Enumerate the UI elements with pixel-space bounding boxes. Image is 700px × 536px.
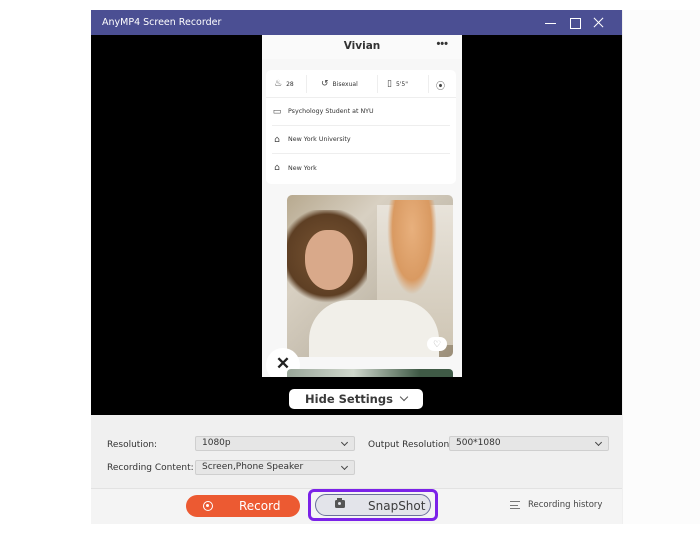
- snapshot-button[interactable]: SnapShot: [315, 494, 431, 516]
- detail-text: New York University: [288, 136, 351, 143]
- profile-stats: ♨ 28 ↺ Bisexual ▯ 5'5" ⦿: [266, 70, 456, 98]
- stat-value: 28: [286, 80, 294, 88]
- chevron-down-icon: [594, 438, 603, 447]
- maximize-button[interactable]: [566, 14, 584, 32]
- window-title: AnyMP4 Screen Recorder: [102, 17, 222, 28]
- stat-location: ⦿: [436, 79, 445, 92]
- age-cake-icon: ♨: [274, 79, 283, 89]
- record-label: Record: [239, 499, 281, 513]
- photo-shirt: [309, 300, 439, 357]
- divider: [377, 75, 378, 93]
- profile-name: Vivian: [343, 40, 381, 52]
- home-icon: ⌂: [274, 163, 280, 173]
- output-resolution-label: Output Resolution:: [368, 440, 453, 450]
- next-photo: [287, 369, 453, 377]
- stat-value: 5'5": [395, 80, 408, 88]
- snapshot-label: SnapShot: [368, 499, 426, 513]
- close-button[interactable]: [590, 14, 608, 32]
- chevron-down-icon: [340, 438, 349, 447]
- app-window: AnyMP4 Screen Recorder Vivian ••• ♨ 28 ↺: [91, 10, 622, 524]
- detail-row-home: ⌂ New York: [272, 154, 450, 182]
- photo-face: [305, 230, 353, 290]
- hide-settings-button[interactable]: Hide Settings: [289, 389, 423, 409]
- profile-info-card: ♨ 28 ↺ Bisexual ▯ 5'5" ⦿ ▭ Psychology St…: [266, 70, 456, 184]
- output-resolution-select[interactable]: 500*1080: [449, 436, 609, 451]
- divider: [306, 75, 307, 93]
- stat-age: ♨ 28: [274, 79, 294, 89]
- more-horizontal-icon: •••: [436, 38, 448, 50]
- output-resolution-value: 500*1080: [456, 438, 501, 448]
- recording-content-select[interactable]: Screen,Phone Speaker: [195, 460, 355, 475]
- location-pin-icon: ⦿: [436, 82, 446, 92]
- chevron-down-icon: [399, 392, 409, 402]
- resolution-value: 1080p: [202, 438, 231, 448]
- record-icon: [203, 501, 213, 511]
- background-window: [622, 10, 700, 524]
- settings-panel: Resolution: 1080p Output Resolution: 500…: [91, 415, 622, 488]
- phone-screen-mirror: Vivian ••• ♨ 28 ↺ Bisexual ▯ 5'5" ⦿ ▭ Ps…: [262, 35, 462, 377]
- record-button[interactable]: Record: [186, 495, 300, 517]
- resolution-select[interactable]: 1080p: [195, 436, 355, 451]
- orientation-icon: ↺: [321, 79, 329, 89]
- detail-row-work: ▭ Psychology Student at NYU: [272, 98, 450, 126]
- divider: [428, 75, 429, 93]
- minimize-button[interactable]: [542, 14, 560, 32]
- chevron-down-icon: [340, 462, 349, 471]
- list-icon: [510, 501, 520, 509]
- camera-icon: [335, 498, 345, 508]
- height-ruler-icon: ▯: [387, 79, 392, 89]
- action-bar: Record SnapShot Recording history: [91, 488, 622, 524]
- recording-content-label: Recording Content:: [107, 463, 194, 473]
- graduation-cap-icon: ⌂: [274, 134, 280, 145]
- title-bar: AnyMP4 Screen Recorder: [91, 10, 622, 35]
- resolution-label: Resolution:: [107, 440, 158, 450]
- stat-value: Bisexual: [332, 80, 358, 88]
- profile-photo: ♡: [287, 195, 453, 357]
- recording-history-label: Recording history: [528, 500, 603, 510]
- heart-icon: ♡: [427, 337, 447, 351]
- briefcase-icon: ▭: [272, 106, 282, 117]
- recording-content-value: Screen,Phone Speaker: [202, 462, 304, 472]
- hide-settings-label: Hide Settings: [305, 392, 393, 406]
- detail-text: Psychology Student at NYU: [288, 108, 374, 115]
- stat-orientation: ↺ Bisexual: [321, 79, 358, 89]
- stat-height: ▯ 5'5": [387, 79, 408, 89]
- recording-history-button[interactable]: Recording history: [510, 500, 602, 510]
- detail-text: New York: [288, 164, 317, 172]
- photo-kitten: [387, 200, 437, 295]
- recording-preview: Vivian ••• ♨ 28 ↺ Bisexual ▯ 5'5" ⦿ ▭ Ps…: [91, 35, 622, 415]
- profile-header: Vivian •••: [262, 35, 462, 59]
- detail-row-school: ⌂ New York University: [272, 126, 450, 154]
